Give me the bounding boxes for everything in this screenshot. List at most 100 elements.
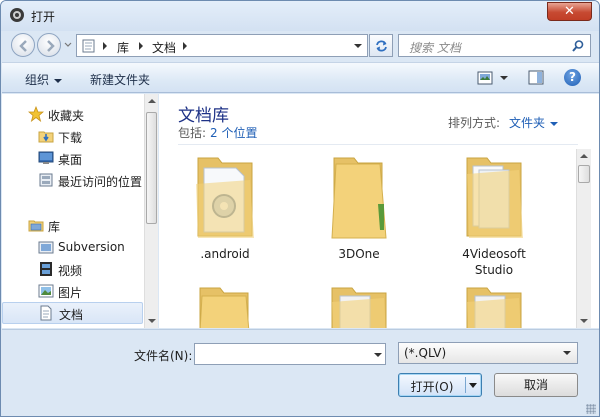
arrow-right-icon <box>47 40 55 52</box>
documents-library-icon <box>40 305 52 321</box>
resize-grip-icon[interactable] <box>586 404 596 414</box>
includes-label: 包括: <box>178 126 207 140</box>
filename-label: 文件名(N): <box>134 349 193 363</box>
chevron-down-icon <box>550 121 559 126</box>
nav-item-label: Subversion <box>58 240 125 254</box>
locations-link[interactable]: 2 个位置 <box>210 126 257 140</box>
address-bar[interactable]: 库 文档 <box>76 34 368 57</box>
pictures-library-icon <box>38 284 54 298</box>
star-icon <box>28 106 44 122</box>
close-button[interactable]: ✕ <box>547 2 592 21</box>
open-button[interactable]: 打开(O) <box>398 373 482 397</box>
filename-input[interactable] <box>194 343 386 365</box>
refresh-button[interactable] <box>369 34 393 57</box>
scroll-up-icon[interactable] <box>148 99 156 103</box>
navigation-pane: 收藏夹 下载 桌面 最近访问的位置 库 Subversion 视频 图片 文档 <box>2 94 158 328</box>
file-item-3done[interactable]: 3DOne <box>309 154 409 262</box>
breadcrumb-separator-icon[interactable] <box>183 42 187 50</box>
document-location-icon <box>82 39 95 53</box>
nav-libraries[interactable]: 库 <box>2 214 143 236</box>
file-name-area: 文件名(N): (*.QLV) 打开(O) 取消 <box>2 329 599 416</box>
file-item[interactable] <box>309 284 409 328</box>
new-folder-button[interactable]: 新建文件夹 <box>90 71 150 88</box>
arrange-by-value: 文件夹 <box>509 116 546 130</box>
search-icon[interactable] <box>571 39 585 53</box>
content-pane: 文档库 包括: 2 个位置 排列方式: 文件夹 .android 3DOne 4… <box>159 94 599 328</box>
nav-item-label: 视频 <box>58 264 83 278</box>
file-item-android[interactable]: .android <box>175 154 275 262</box>
command-bar: 组织 新建文件夹 ? <box>2 62 599 93</box>
preview-pane-icon[interactable] <box>528 70 544 85</box>
split-divider <box>465 377 466 393</box>
breadcrumb-documents[interactable]: 文档 <box>152 39 176 56</box>
organize-button[interactable]: 组织 <box>25 71 63 88</box>
file-item-name: 4Videosoft Studio <box>462 247 526 277</box>
scrollbar-thumb[interactable] <box>578 165 590 183</box>
nav-item-recent-places[interactable]: 最近访问的位置 <box>2 169 143 191</box>
library-title: 文档库 <box>178 106 229 126</box>
folder-icon <box>199 287 250 328</box>
library-includes: 包括: 2 个位置 <box>178 124 258 141</box>
nav-libraries-label: 库 <box>48 220 61 234</box>
title-bar: 打开 ✕ <box>1 1 599 31</box>
nav-item-videos[interactable]: 视频 <box>2 258 143 280</box>
content-scrollbar[interactable] <box>576 149 591 328</box>
nav-item-pictures[interactable]: 图片 <box>2 280 143 302</box>
open-button-label: 打开(O) <box>410 380 454 394</box>
header-divider <box>178 144 578 145</box>
refresh-icon <box>376 40 387 52</box>
search-input[interactable]: 搜索 文档 <box>398 34 591 57</box>
arrange-by-label: 排列方式: <box>448 116 501 130</box>
organize-label: 组织 <box>25 73 50 87</box>
cancel-button[interactable]: 取消 <box>494 373 578 397</box>
nav-item-label: 图片 <box>58 286 83 300</box>
scroll-down-icon[interactable] <box>148 319 156 323</box>
forward-button[interactable] <box>37 33 61 57</box>
folder-with-files-icon <box>466 157 523 238</box>
nav-item-label: 桌面 <box>58 153 83 167</box>
breadcrumb-separator-icon[interactable] <box>139 42 143 50</box>
scroll-down-icon[interactable] <box>580 319 588 323</box>
help-icon[interactable]: ? <box>564 69 581 86</box>
filename-history-chevron-icon[interactable] <box>374 353 382 357</box>
file-item[interactable] <box>175 284 275 328</box>
download-folder-icon <box>38 131 54 143</box>
nav-favorites[interactable]: 收藏夹 <box>2 103 143 125</box>
change-view-icon[interactable] <box>477 71 493 85</box>
subversion-library-icon <box>38 241 54 254</box>
recent-places-icon <box>39 173 53 187</box>
nav-item-label: 文档 <box>59 308 84 322</box>
address-history-chevron-icon[interactable] <box>354 44 362 48</box>
file-item-4videosoft-studio[interactable]: 4Videosoft Studio <box>444 154 544 278</box>
nav-item-desktop[interactable]: 桌面 <box>2 147 143 169</box>
view-options-chevron-icon[interactable] <box>500 76 508 80</box>
file-item-name: 3DOne <box>338 247 380 261</box>
scroll-up-icon[interactable] <box>580 154 588 158</box>
settings-folder-icon <box>196 157 254 238</box>
file-item[interactable] <box>444 284 544 328</box>
nav-item-downloads[interactable]: 下载 <box>2 125 143 147</box>
nav-item-label: 最近访问的位置 <box>58 175 143 189</box>
recent-pages-chevron-icon[interactable] <box>63 41 73 49</box>
breadcrumb-separator-icon[interactable] <box>103 42 107 50</box>
desktop-icon <box>38 151 54 164</box>
navigation-scrollbar[interactable] <box>144 94 158 328</box>
file-item-name: .android <box>200 247 250 261</box>
folder-with-files-icon <box>466 287 522 328</box>
nav-item-documents[interactable]: 文档 <box>2 302 143 324</box>
folder-with-files-icon <box>331 287 387 328</box>
back-button[interactable] <box>11 33 35 57</box>
app-icon <box>10 8 24 22</box>
nav-favorites-label: 收藏夹 <box>48 109 85 123</box>
breadcrumb-libraries[interactable]: 库 <box>117 39 129 56</box>
arrange-by-dropdown[interactable]: 文件夹 <box>509 114 559 131</box>
nav-item-subversion[interactable]: Subversion <box>2 236 143 258</box>
open-options-chevron-icon[interactable] <box>469 383 477 388</box>
chevron-down-icon <box>54 78 63 83</box>
nav-item-label: 下载 <box>58 131 83 145</box>
search-placeholder: 搜索 文档 <box>409 41 461 55</box>
scrollbar-thumb[interactable] <box>146 112 157 224</box>
file-type-filter[interactable]: (*.QLV) <box>398 342 578 364</box>
videos-library-icon <box>40 262 52 276</box>
address-row: 库 文档 搜索 文档 <box>1 31 599 61</box>
